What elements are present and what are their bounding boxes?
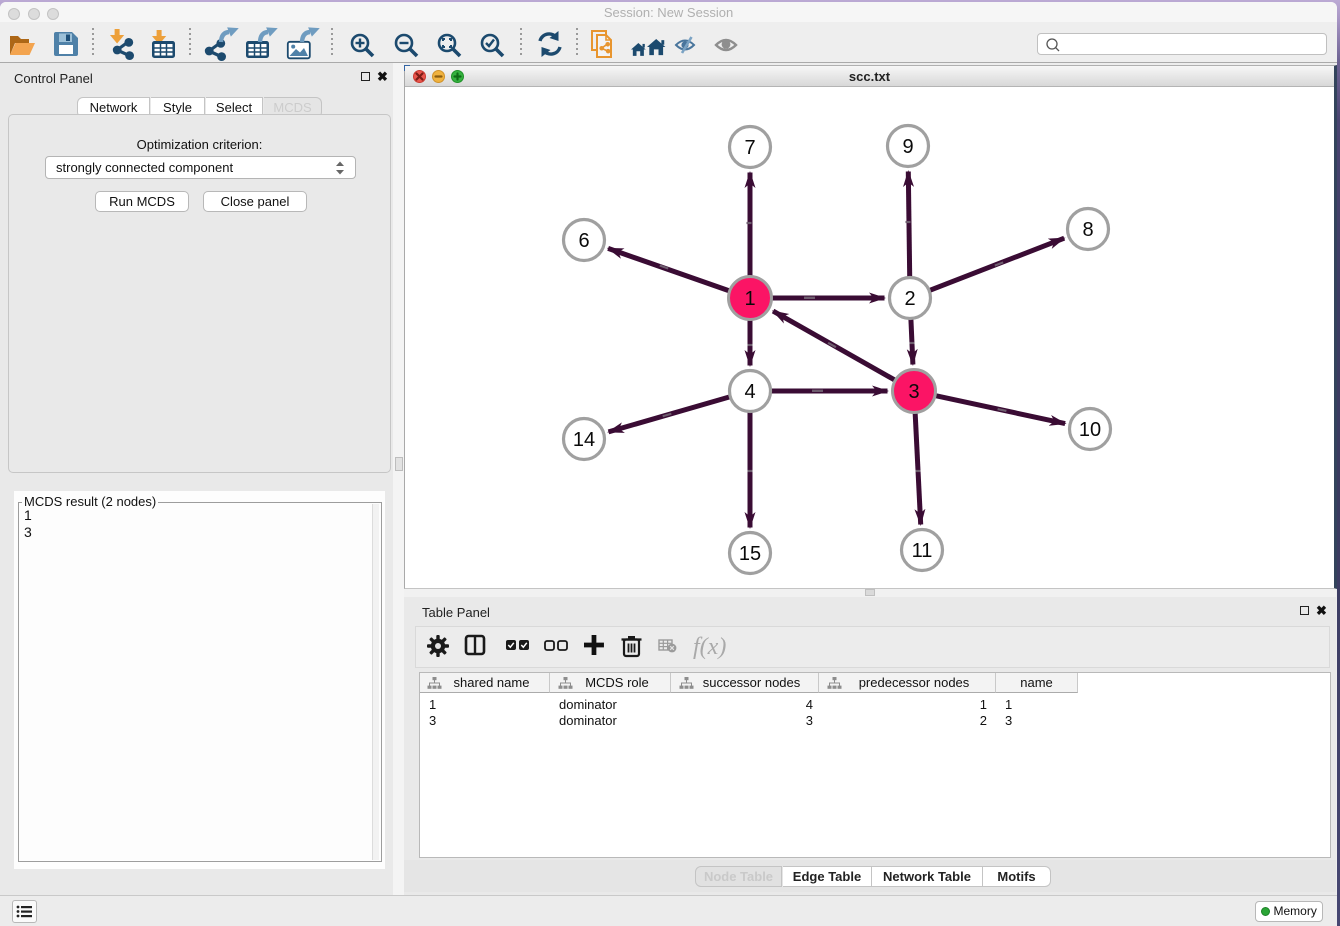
svg-text:10: 10 <box>1079 419 1101 441</box>
svg-text:4: 4 <box>744 381 755 403</box>
svg-text:15: 15 <box>739 543 761 565</box>
svg-text:6: 6 <box>578 230 589 252</box>
svg-text:11: 11 <box>912 540 933 562</box>
svg-text:7: 7 <box>744 137 755 159</box>
svg-text:3: 3 <box>908 381 919 403</box>
svg-text:14: 14 <box>573 429 595 451</box>
svg-text:2: 2 <box>904 288 915 310</box>
svg-text:8: 8 <box>1082 219 1093 241</box>
svg-text:f(x): f(x) <box>693 634 726 660</box>
svg-text:1: 1 <box>744 288 755 310</box>
svg-text:9: 9 <box>902 136 913 158</box>
